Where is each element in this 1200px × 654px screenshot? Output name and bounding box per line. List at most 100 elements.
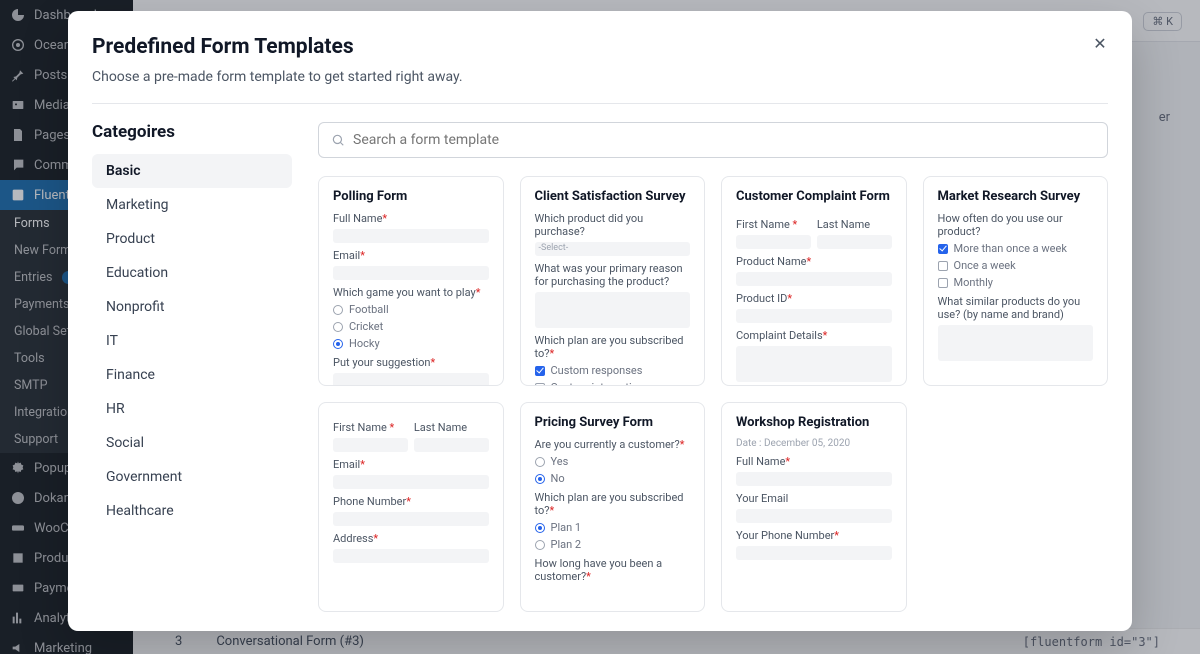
field-preview bbox=[333, 438, 408, 452]
template-card[interactable]: Pricing Survey Form Are you currently a c… bbox=[520, 402, 706, 612]
category-nonprofit[interactable]: Nonprofit bbox=[92, 290, 292, 324]
category-education[interactable]: Education bbox=[92, 256, 292, 290]
radio-icon bbox=[535, 457, 545, 467]
field-preview bbox=[333, 512, 489, 526]
field-label: Product ID* bbox=[736, 292, 892, 305]
checkbox-option: Custom integrations bbox=[535, 381, 691, 386]
categories-heading: Categoires bbox=[92, 122, 292, 142]
field-label: Last Name bbox=[414, 421, 489, 434]
template-card[interactable]: Workshop Registration Date : December 05,… bbox=[721, 402, 907, 612]
category-marketing[interactable]: Marketing bbox=[92, 188, 292, 222]
category-it[interactable]: IT bbox=[92, 324, 292, 358]
checkbox-option: More than once a week bbox=[938, 242, 1094, 255]
field-label: First Name * bbox=[736, 218, 811, 231]
checkbox-icon bbox=[938, 261, 948, 271]
checkbox-option: Monthly bbox=[938, 276, 1094, 289]
field-preview bbox=[535, 292, 691, 328]
radio-option: Plan 1 bbox=[535, 521, 691, 534]
field-preview bbox=[736, 546, 892, 560]
field-label: Email* bbox=[333, 458, 489, 471]
category-government[interactable]: Government bbox=[92, 460, 292, 494]
card-title: Customer Complaint Form bbox=[736, 189, 892, 204]
radio-icon bbox=[333, 322, 343, 332]
field-preview bbox=[333, 475, 489, 489]
field-preview bbox=[736, 235, 811, 249]
field-label: Which plan are you subscribed to?* bbox=[535, 334, 691, 360]
radio-option: Cricket bbox=[333, 320, 489, 333]
radio-option: No bbox=[535, 472, 691, 485]
field-preview bbox=[333, 266, 489, 280]
field-preview bbox=[736, 346, 892, 382]
card-title: Workshop Registration bbox=[736, 415, 892, 430]
field-label: First Name * bbox=[333, 421, 408, 434]
field-preview bbox=[414, 438, 489, 452]
field-label: Full Name* bbox=[333, 212, 489, 225]
card-title: Polling Form bbox=[333, 189, 489, 204]
field-label: Last Name bbox=[817, 218, 892, 231]
category-finance[interactable]: Finance bbox=[92, 358, 292, 392]
field-label: How often do you use our product? bbox=[938, 212, 1094, 238]
category-product[interactable]: Product bbox=[92, 222, 292, 256]
categories-panel: Categoires BasicMarketingProductEducatio… bbox=[92, 122, 292, 631]
radio-icon bbox=[333, 305, 343, 315]
field-preview bbox=[817, 235, 892, 249]
field-label: What was your primary reason for purchas… bbox=[535, 262, 691, 288]
field-label: Which product did you purchase? bbox=[535, 212, 691, 238]
radio-option: Plan 2 bbox=[535, 538, 691, 551]
field-label: Phone Number* bbox=[333, 495, 489, 508]
card-title: Pricing Survey Form bbox=[535, 415, 691, 430]
template-card[interactable]: Client Satisfaction Survey Which product … bbox=[520, 176, 706, 386]
field-preview bbox=[736, 472, 892, 486]
field-label: Put your suggestion* bbox=[333, 356, 489, 369]
field-label: Your Phone Number* bbox=[736, 529, 892, 542]
field-label: Full Name* bbox=[736, 455, 892, 468]
field-label: How long have you been a customer?* bbox=[535, 557, 691, 583]
templates-modal: ✕ Predefined Form Templates Choose a pre… bbox=[68, 11, 1132, 631]
field-label: Are you currently a customer?* bbox=[535, 438, 691, 451]
card-title: Market Research Survey bbox=[938, 189, 1094, 204]
field-preview bbox=[333, 549, 489, 563]
radio-icon bbox=[535, 540, 545, 550]
category-hr[interactable]: HR bbox=[92, 392, 292, 426]
field-preview bbox=[736, 309, 892, 323]
field-label: Address* bbox=[333, 532, 489, 545]
template-grid: Polling Form Full Name* Email* Which game y… bbox=[318, 176, 1108, 631]
search-input[interactable] bbox=[353, 132, 1095, 148]
template-card[interactable]: Market Research Survey How often do you u… bbox=[923, 176, 1109, 386]
field-preview bbox=[736, 272, 892, 286]
field-label: Your Email bbox=[736, 492, 892, 505]
field-preview bbox=[938, 325, 1094, 361]
close-icon: ✕ bbox=[1093, 34, 1106, 53]
checkbox-icon bbox=[938, 244, 948, 254]
close-button[interactable]: ✕ bbox=[1088, 31, 1112, 55]
checkbox-option: Once a week bbox=[938, 259, 1094, 272]
select-preview: -Select- bbox=[535, 242, 691, 256]
template-card[interactable]: Polling Form Full Name* Email* Which game y… bbox=[318, 176, 504, 386]
field-label: Complaint Details* bbox=[736, 329, 892, 342]
checkbox-icon bbox=[535, 366, 545, 376]
category-basic[interactable]: Basic bbox=[92, 154, 292, 188]
modal-subtitle: Choose a pre-made form template to get s… bbox=[92, 69, 1108, 85]
radio-option: Hocky bbox=[333, 337, 489, 350]
field-label: Email* bbox=[333, 249, 489, 262]
field-label: Which plan are you subscribed to?* bbox=[535, 491, 691, 517]
template-card[interactable]: First Name * Last Name Email* Phone Number*… bbox=[318, 402, 504, 612]
radio-option: Yes bbox=[535, 455, 691, 468]
search-icon bbox=[331, 133, 345, 147]
radio-icon bbox=[535, 474, 545, 484]
radio-option: Football bbox=[333, 303, 489, 316]
modal-title: Predefined Form Templates bbox=[92, 35, 1108, 59]
checkbox-option: Custom responses bbox=[535, 364, 691, 377]
category-healthcare[interactable]: Healthcare bbox=[92, 494, 292, 528]
field-preview bbox=[333, 229, 489, 243]
template-card[interactable]: Customer Complaint Form First Name * Last … bbox=[721, 176, 907, 386]
field-label: Product Name* bbox=[736, 255, 892, 268]
field-label: Which game you want to play* bbox=[333, 286, 489, 299]
divider bbox=[92, 103, 1108, 104]
radio-icon bbox=[333, 339, 343, 349]
checkbox-icon bbox=[535, 383, 545, 387]
category-social[interactable]: Social bbox=[92, 426, 292, 460]
card-subtitle: Date : December 05, 2020 bbox=[736, 438, 892, 449]
search-field[interactable] bbox=[318, 122, 1108, 158]
card-title: Client Satisfaction Survey bbox=[535, 189, 691, 204]
